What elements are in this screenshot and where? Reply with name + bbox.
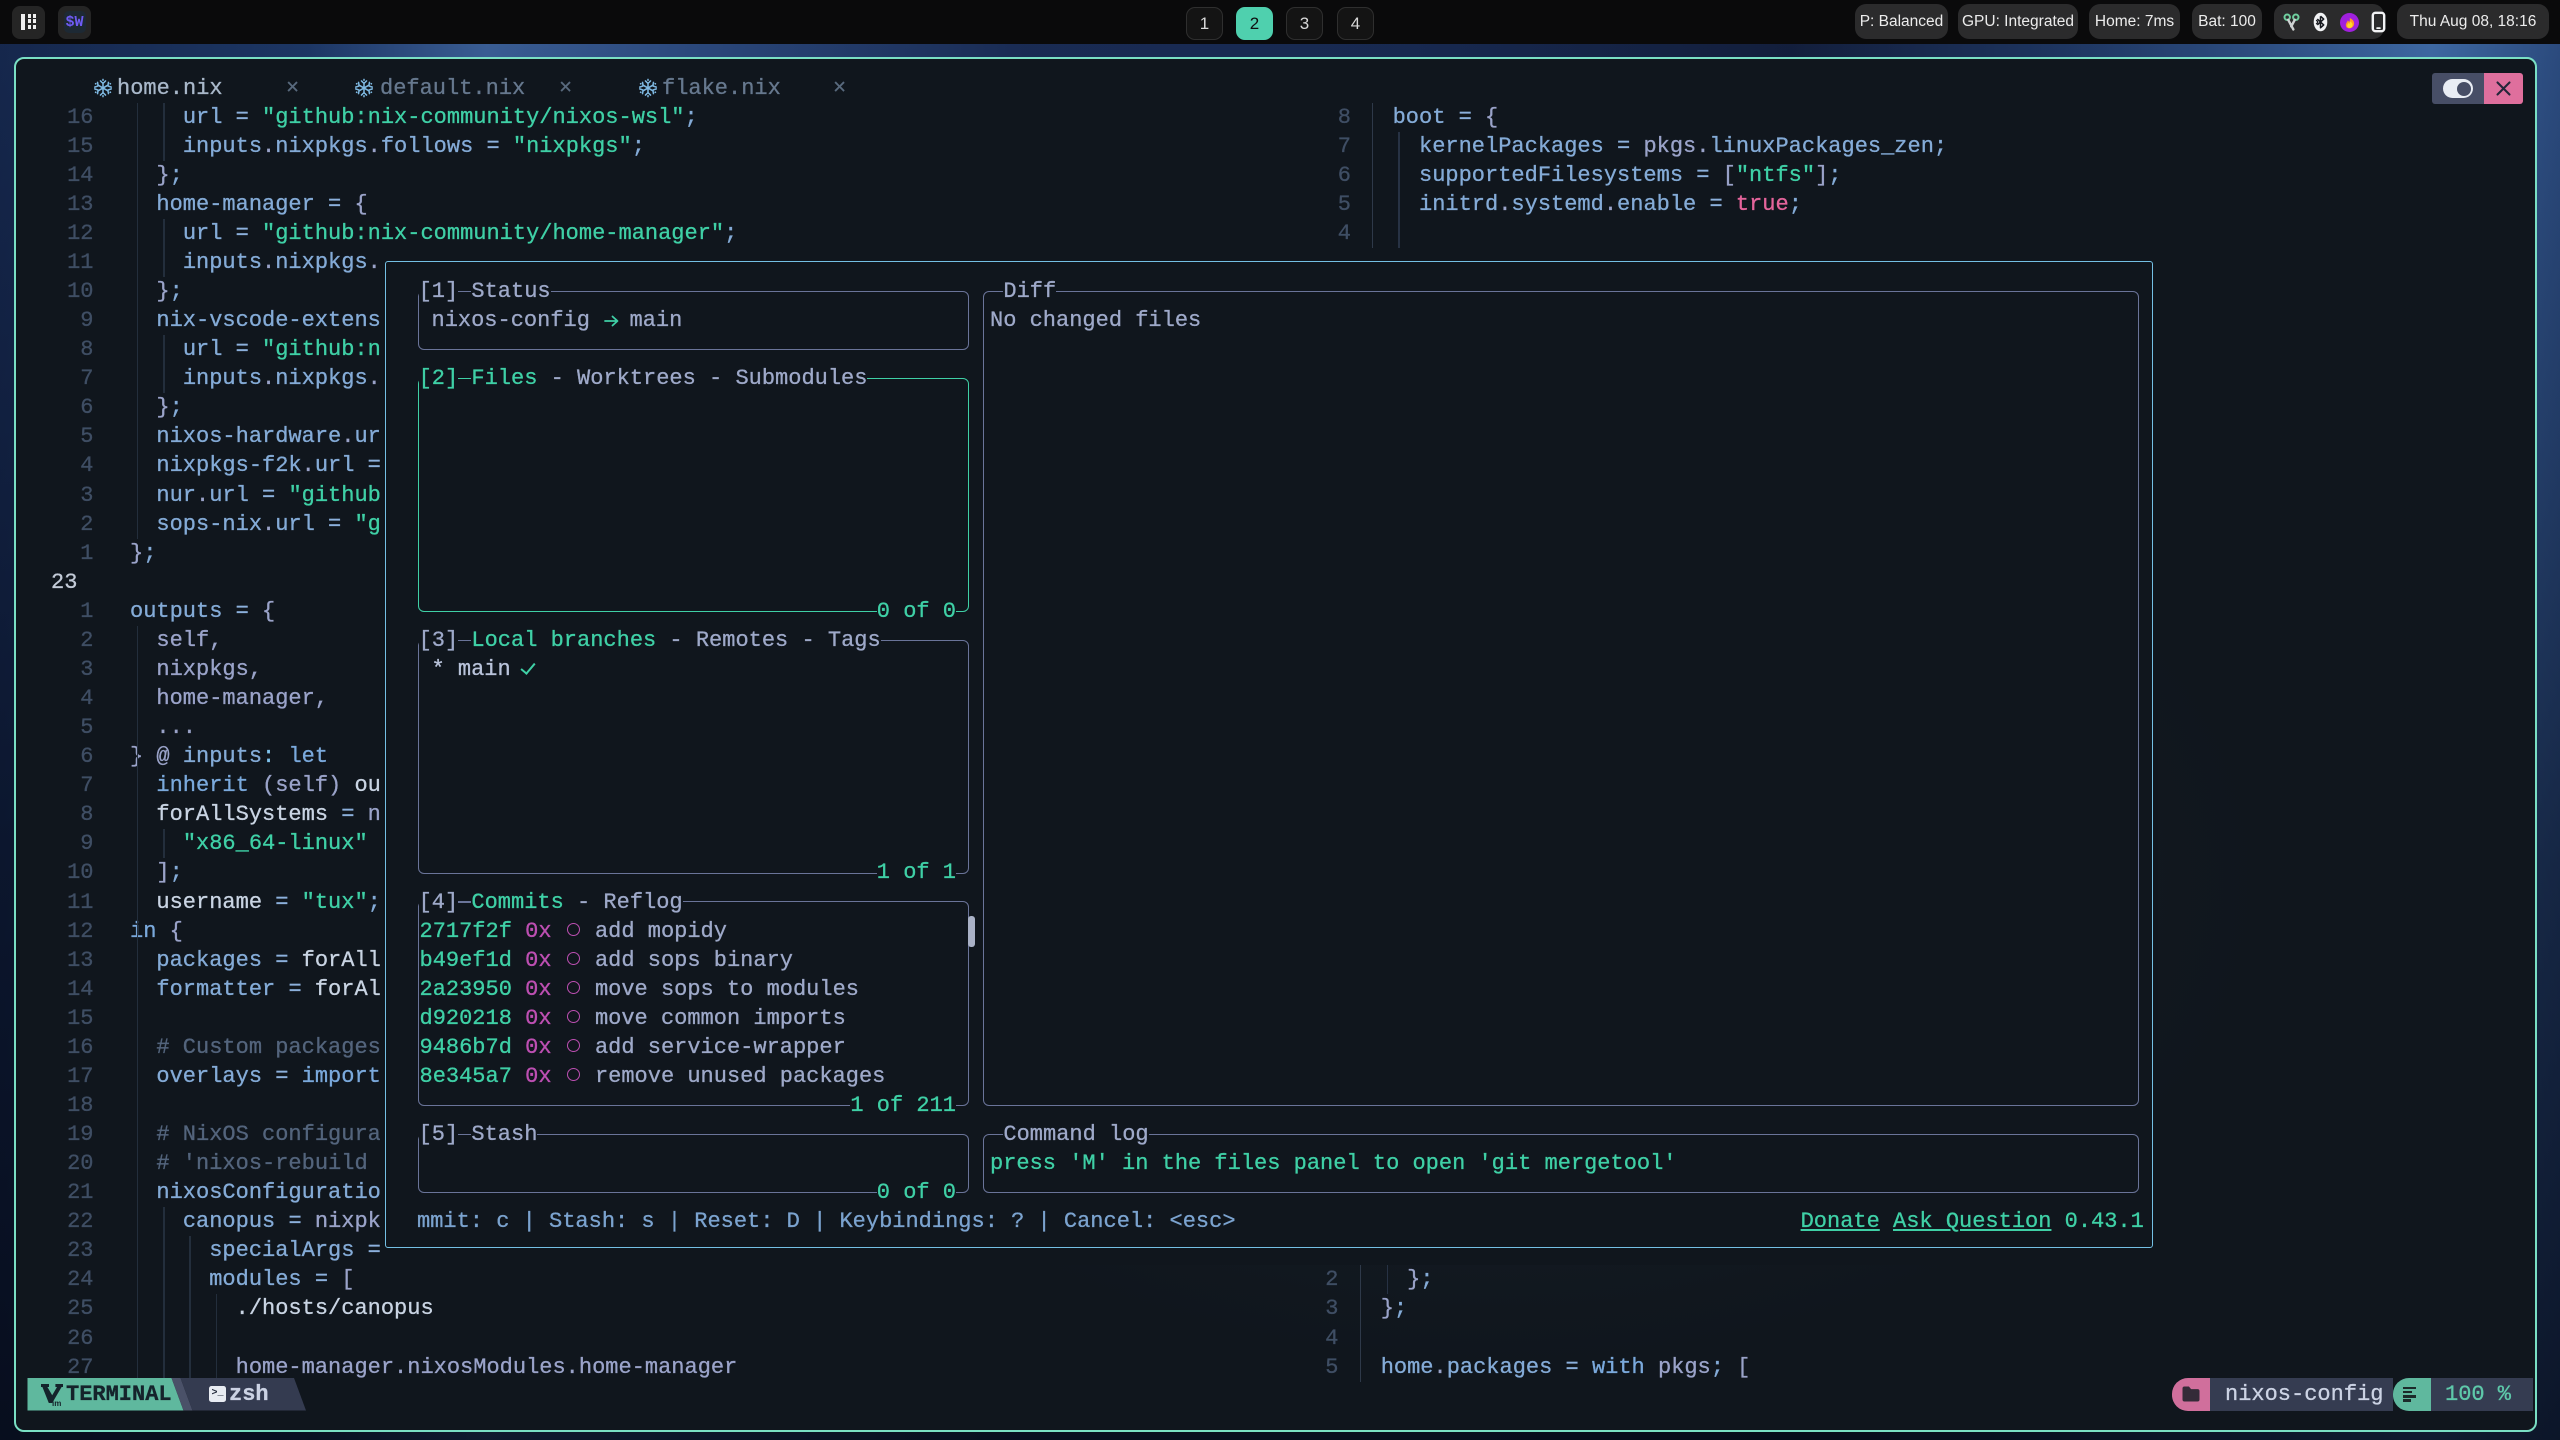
svg-text:im: im [52,1399,61,1407]
